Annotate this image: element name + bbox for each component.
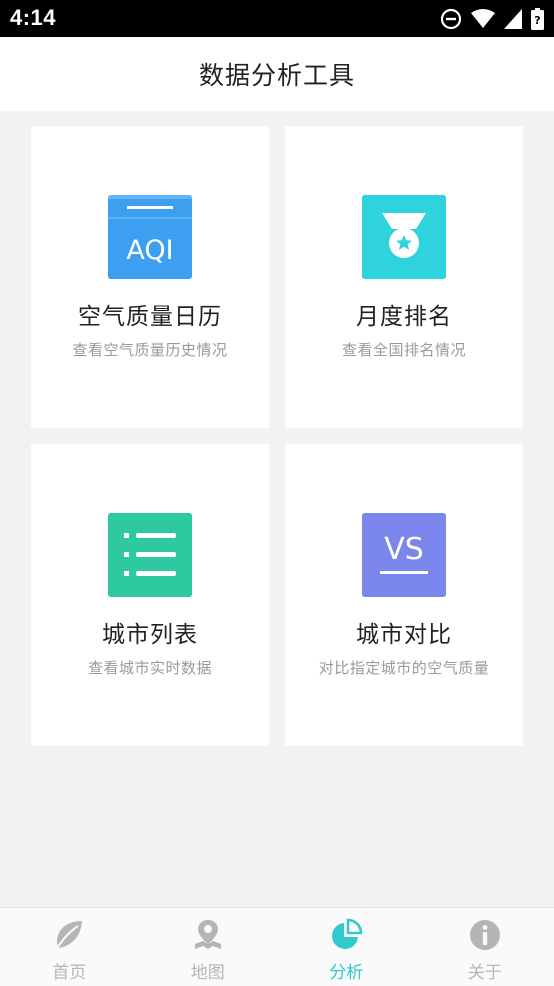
tab-label: 分析 bbox=[277, 958, 416, 983]
aqi-calendar-icon: AQI bbox=[108, 195, 192, 279]
list-icon bbox=[108, 513, 192, 597]
card-subtitle: 查看全国排名情况 bbox=[285, 339, 523, 360]
card-city-list[interactable]: 城市列表 查看城市实时数据 bbox=[31, 444, 269, 746]
card-city-compare[interactable]: VS 城市对比 对比指定城市的空气质量 bbox=[285, 444, 523, 746]
tab-label: 地图 bbox=[139, 958, 278, 983]
svg-text:?: ? bbox=[534, 14, 540, 27]
tab-map[interactable]: 地图 bbox=[139, 908, 278, 986]
card-aqi-calendar[interactable]: AQI 空气质量日历 查看空气质量历史情况 bbox=[31, 126, 269, 428]
leaf-icon bbox=[52, 918, 86, 952]
svg-text:VS: VS bbox=[384, 532, 424, 567]
card-monthly-ranking[interactable]: 月度排名 查看全国排名情况 bbox=[285, 126, 523, 428]
tab-home[interactable]: 首页 bbox=[0, 908, 139, 986]
status-bar: 4:14 ? bbox=[0, 0, 554, 37]
card-title: 城市列表 bbox=[31, 615, 269, 649]
page-title: 数据分析工具 bbox=[199, 56, 355, 92]
pie-chart-icon bbox=[329, 918, 363, 952]
tab-about[interactable]: 关于 bbox=[416, 908, 554, 986]
card-subtitle: 查看空气质量历史情况 bbox=[31, 339, 269, 360]
card-title: 城市对比 bbox=[285, 615, 523, 649]
medal-icon bbox=[362, 195, 446, 279]
status-icons: ? bbox=[440, 7, 544, 31]
svg-text:AQI: AQI bbox=[126, 235, 173, 266]
map-pin-icon bbox=[191, 918, 225, 952]
status-time: 4:14 bbox=[10, 5, 56, 31]
card-title: 空气质量日历 bbox=[31, 297, 269, 331]
bottom-tab-bar: 首页 地图 分析 关于 bbox=[0, 907, 554, 986]
card-title: 月度排名 bbox=[285, 297, 523, 331]
battery-icon: ? bbox=[531, 8, 544, 30]
info-icon bbox=[468, 918, 502, 952]
tab-label: 首页 bbox=[0, 958, 139, 983]
card-subtitle: 对比指定城市的空气质量 bbox=[285, 657, 523, 678]
app-header: 数据分析工具 bbox=[0, 37, 554, 111]
do-not-disturb-icon bbox=[440, 8, 462, 30]
wifi-icon bbox=[471, 9, 495, 29]
tab-analysis[interactable]: 分析 bbox=[277, 908, 416, 986]
card-subtitle: 查看城市实时数据 bbox=[31, 657, 269, 678]
signal-icon bbox=[504, 9, 522, 29]
vs-icon: VS bbox=[362, 513, 446, 597]
tab-label: 关于 bbox=[416, 958, 554, 983]
